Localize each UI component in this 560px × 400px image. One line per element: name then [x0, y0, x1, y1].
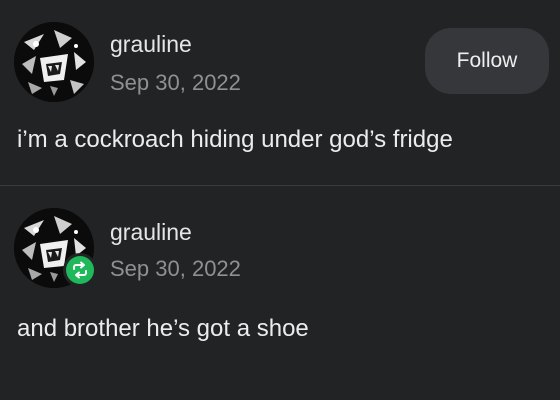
post-date[interactable]: Sep 30, 2022 — [110, 70, 241, 96]
reblog-badge — [63, 253, 97, 287]
post-original: grauline Sep 30, 2022 Follow i’m a cockr… — [0, 0, 560, 186]
post-text: i’m a cockroach hiding under god’s fridg… — [17, 126, 453, 153]
post-date[interactable]: Sep 30, 2022 — [110, 256, 241, 282]
post-reblog: grauline Sep 30, 2022 and brother he’s g… — [0, 186, 560, 400]
avatar[interactable] — [14, 22, 94, 102]
reblog-icon — [66, 256, 94, 284]
username[interactable]: grauline — [110, 31, 192, 58]
avatar-face-icon — [14, 22, 94, 102]
username[interactable]: grauline — [110, 219, 192, 246]
post-text: and brother he’s got a shoe — [17, 315, 309, 342]
follow-button[interactable]: Follow — [425, 28, 549, 94]
